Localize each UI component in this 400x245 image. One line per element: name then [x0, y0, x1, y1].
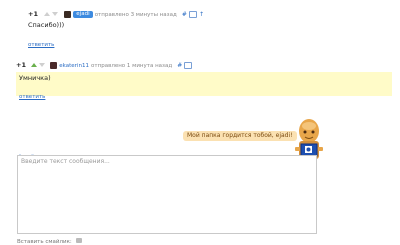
- parent-arrow-icon[interactable]: ↑: [199, 11, 204, 18]
- score: +1: [16, 61, 26, 69]
- emoticon-icon[interactable]: [75, 238, 82, 243]
- post-time: отправлено 3 минуты назад: [94, 12, 177, 18]
- username-badge[interactable]: ejadi: [73, 10, 93, 18]
- emoticons-label: Вставить смайлик:: [17, 238, 82, 245]
- comment-text: Умничка): [19, 74, 51, 82]
- message-input[interactable]: [17, 155, 317, 234]
- comment-ejadi: +1 ejadi отправлено 3 минуты назад # ↑ С…: [28, 10, 328, 48]
- reply-to-icon[interactable]: [188, 10, 197, 18]
- reply-link[interactable]: ответить: [19, 94, 45, 100]
- vote-up-icon[interactable]: [31, 63, 38, 67]
- permalink-anchor[interactable]: #: [177, 62, 182, 69]
- username-link[interactable]: ekaterin11: [59, 63, 89, 69]
- post-time: отправлено 1 минута назад: [91, 63, 173, 69]
- avatar[interactable]: [64, 10, 72, 18]
- permalink-anchor[interactable]: #: [182, 11, 187, 18]
- reply-to-icon[interactable]: [184, 61, 193, 69]
- avatar[interactable]: [50, 61, 58, 69]
- mascot-speech-bubble: Мой папка гордится тобой, ejadi!: [183, 131, 297, 141]
- vote-down-icon[interactable]: [52, 12, 59, 16]
- reply-link[interactable]: ответить: [28, 42, 54, 48]
- comment-ekaterin11-header: +1 ekaterin11 отправлено 1 минута назад …: [16, 61, 396, 71]
- comment-text: Спасибо))): [28, 21, 65, 29]
- score: +1: [28, 10, 38, 18]
- comment-highlight: Умничка) ответить: [16, 72, 392, 100]
- vote-down-icon[interactable]: [39, 63, 46, 67]
- editor-toolbar: # " ∞: [17, 144, 52, 161]
- vote-up-icon[interactable]: [44, 12, 51, 16]
